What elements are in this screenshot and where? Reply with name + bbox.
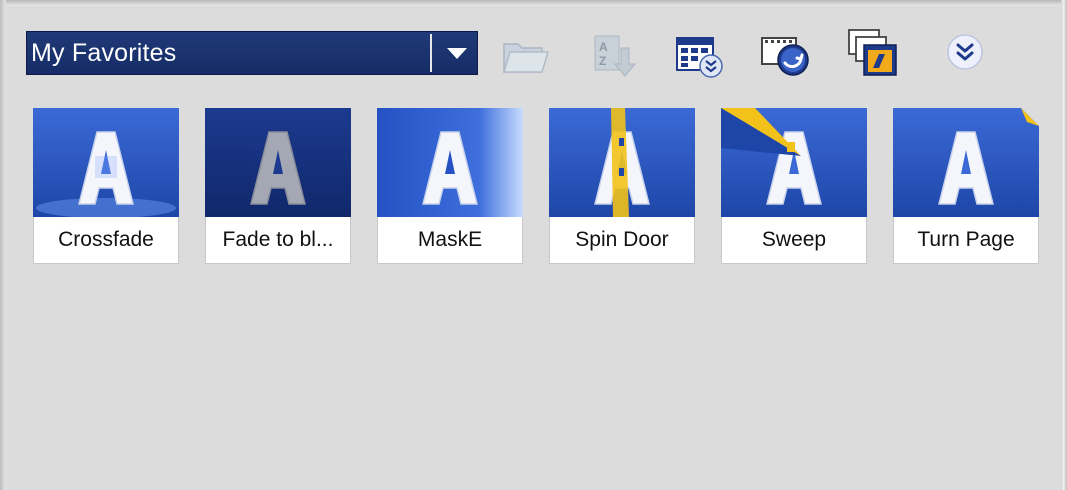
expand-chevron-icon bbox=[947, 34, 983, 70]
transition-thumbnail bbox=[377, 108, 523, 217]
transition-item[interactable]: Turn Page bbox=[893, 108, 1039, 264]
transition-item[interactable]: Sweep bbox=[721, 108, 867, 264]
dropdown-toggle-button[interactable] bbox=[435, 32, 477, 74]
transition-label: Fade to bl... bbox=[205, 217, 351, 264]
transition-label: Sweep bbox=[721, 217, 867, 264]
svg-text:A: A bbox=[599, 40, 608, 54]
apply-transition-icon bbox=[761, 37, 809, 76]
panel-right-border bbox=[1061, 0, 1067, 490]
transition-label: Crossfade bbox=[33, 217, 179, 264]
panel-top-border bbox=[0, 0, 1067, 6]
transition-item[interactable]: Fade to bl... bbox=[205, 108, 351, 264]
transition-label: Turn Page bbox=[893, 217, 1039, 264]
svg-text:Z: Z bbox=[599, 54, 606, 68]
panel-left-border bbox=[0, 0, 6, 490]
apply-transition-button[interactable] bbox=[760, 28, 812, 80]
transition-thumbnail bbox=[33, 108, 179, 217]
transition-thumbnail bbox=[893, 108, 1039, 217]
view-options-button[interactable] bbox=[673, 28, 725, 80]
view-options-icon bbox=[676, 37, 723, 78]
transition-item[interactable]: Crossfade bbox=[33, 108, 179, 264]
transition-item[interactable]: Spin Door bbox=[549, 108, 695, 264]
sort-button[interactable]: A Z bbox=[585, 28, 637, 80]
transition-thumbnail bbox=[721, 108, 867, 217]
open-folder-icon bbox=[502, 43, 550, 73]
category-dropdown[interactable]: My Favorites bbox=[26, 31, 478, 75]
transition-label: Spin Door bbox=[549, 217, 695, 264]
transition-thumbnail bbox=[549, 108, 695, 217]
chevron-down-icon bbox=[447, 48, 467, 59]
sort-az-icon: A Z bbox=[594, 35, 637, 77]
category-dropdown-value: My Favorites bbox=[31, 39, 177, 67]
stack-slides-button[interactable] bbox=[847, 28, 899, 80]
open-folder-button[interactable] bbox=[498, 28, 550, 80]
dropdown-separator bbox=[430, 34, 432, 72]
transition-label: MaskE bbox=[377, 217, 523, 264]
transition-thumbnail bbox=[205, 108, 351, 217]
expand-more-button[interactable] bbox=[943, 28, 995, 80]
transition-item[interactable]: MaskE bbox=[377, 108, 523, 264]
stack-slides-icon bbox=[848, 29, 897, 76]
